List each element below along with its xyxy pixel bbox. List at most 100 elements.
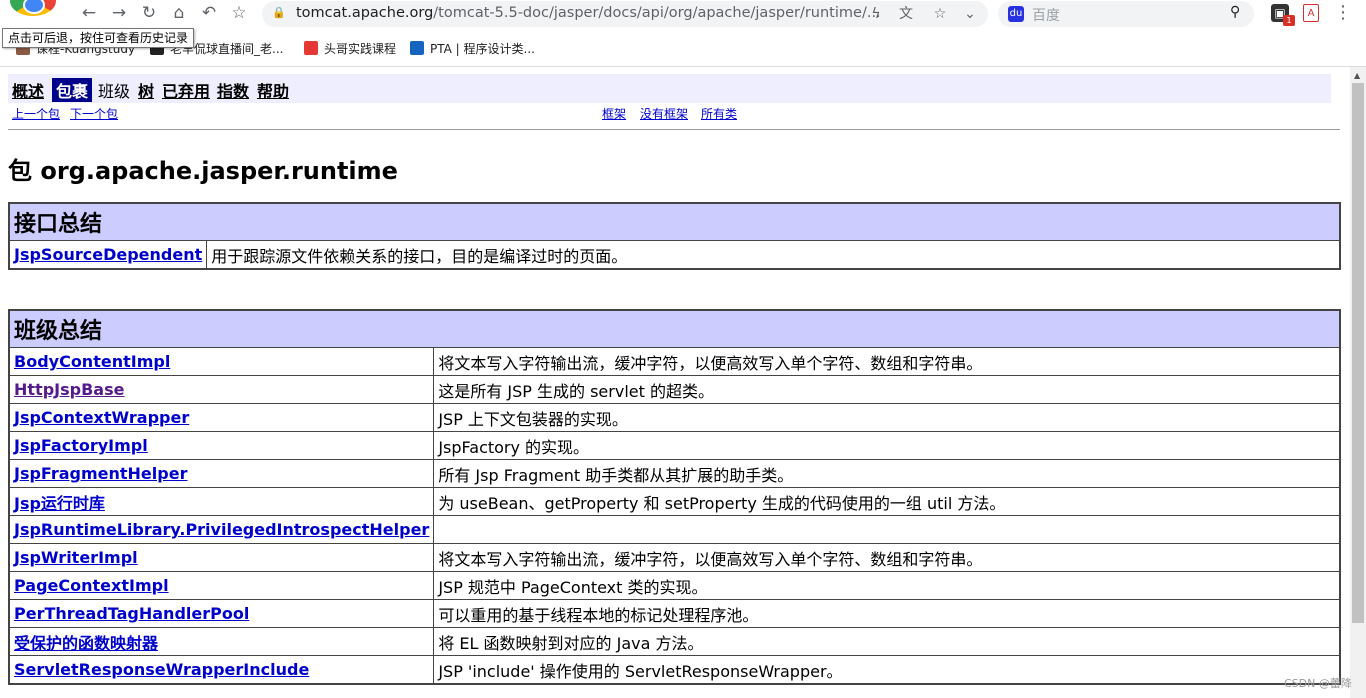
table-header: 班级总结 [8, 309, 1341, 348]
interface-summary-table: 接口总结 JspSourceDependent 用于跟踪源文件依赖关系的接口，目… [8, 202, 1341, 270]
prev-package-link[interactable]: 上一个包 [12, 105, 60, 122]
name-cell: JspRuntimeLibrary.PrivilegedIntrospectHe… [8, 515, 435, 544]
desc-cell: 为 useBean、getProperty 和 setProperty 生成的代… [433, 487, 1341, 516]
back-tooltip: 点击可后退，按住可查看历史记录 [2, 28, 195, 48]
name-cell: JspWriterImpl [8, 543, 435, 572]
name-cell: JspSourceDependent [8, 240, 208, 270]
class-link[interactable]: Jsp运行时库 [14, 494, 105, 513]
star-icon[interactable]: ☆ [228, 2, 250, 24]
frames-link[interactable]: 框架 [602, 105, 626, 122]
undo-icon[interactable]: ↶ [198, 2, 220, 24]
name-cell: PageContextImpl [8, 571, 435, 600]
table-row: JspWriterImpl 将文本写入字符输出流，缓冲字符，以便高效写入单个字符、… [8, 543, 1341, 572]
nav-tree[interactable]: 树 [138, 78, 154, 102]
javadoc-navbar: 概述 包裹 班级 树 已弃用 指数 帮助 [8, 74, 1331, 103]
class-link[interactable]: PageContextImpl [14, 576, 169, 595]
class-link[interactable]: JspFragmentHelper [14, 464, 187, 483]
name-cell: JspFragmentHelper [8, 459, 435, 488]
class-link[interactable]: JspRuntimeLibrary.PrivilegedIntrospectHe… [14, 520, 429, 539]
class-summary-table: 班级总结 BodyContentImpl 将文本写入字符输出流，缓冲字符，以便高效… [8, 309, 1341, 685]
class-link[interactable]: JspFactoryImpl [14, 436, 148, 455]
all-classes-link[interactable]: 所有类 [701, 105, 737, 122]
class-link[interactable]: JspSourceDependent [14, 245, 202, 264]
bookmark-favicon-icon [304, 41, 318, 55]
bookmarks-bar: 课程-Kuangstudy 老罕侃球直播间_老... 头哥实践课程 PTA | … [0, 36, 1366, 62]
table-header: 接口总结 [8, 202, 1341, 241]
name-cell: JspFactoryImpl [8, 431, 435, 460]
desc-cell: 将 EL 函数映射到对应的 Java 方法。 [433, 627, 1341, 656]
nav-index[interactable]: 指数 [217, 78, 249, 102]
table-row: JspFragmentHelper 所有 Jsp Fragment 助手类都从其扩… [8, 459, 1341, 488]
search-icon[interactable]: ⚲ [1230, 4, 1240, 20]
class-link[interactable]: PerThreadTagHandlerPool [14, 604, 249, 623]
class-link[interactable]: 受保护的函数映射器 [14, 634, 158, 653]
chevron-down-icon[interactable]: ⌄ [960, 4, 980, 24]
menu-icon[interactable]: ⋮ [1334, 2, 1352, 23]
divider [8, 129, 1340, 130]
baidu-paw-icon: du [1008, 6, 1024, 22]
desc-cell: JSP 上下文包装器的实现。 [433, 403, 1341, 432]
back-icon[interactable]: ← [78, 2, 100, 24]
bookmark-item[interactable]: PTA | 程序设计类... [410, 40, 535, 57]
scroll-up-icon[interactable]: ▲ [1354, 71, 1360, 80]
desc-cell: 将文本写入字符输出流，缓冲字符，以便高效写入单个字符、数组和字符串。 [433, 543, 1341, 572]
table-row: ServletResponseWrapperInclude JSP 'includ… [8, 655, 1341, 685]
table-row: JspRuntimeLibrary.PrivilegedIntrospectHe… [8, 515, 1341, 544]
name-cell: JspContextWrapper [8, 403, 435, 432]
class-link[interactable]: JspContextWrapper [14, 408, 189, 427]
search-placeholder: 百度 [1032, 8, 1060, 24]
class-link[interactable]: ServletResponseWrapperInclude [14, 660, 309, 679]
desc-cell: 用于跟踪源文件依赖关系的接口，目的是编译过时的页面。 [206, 240, 1341, 270]
bookmark-star-icon[interactable]: ☆ [930, 4, 950, 24]
bookmark-item[interactable]: 头哥实践课程 [304, 40, 396, 57]
table-row: BodyContentImpl 将文本写入字符输出流，缓冲字符，以便高效写入单个字… [8, 347, 1341, 376]
desc-cell: JSP 规范中 PageContext 类的实现。 [433, 571, 1341, 600]
url-text[interactable]: tomcat.apache.org/tomcat-5.5-doc/jasper/… [296, 5, 881, 21]
table-row: JspFactoryImpl JspFactory 的实现。 [8, 431, 1341, 460]
nav-package: 包裹 [52, 78, 93, 102]
desc-cell: 将文本写入字符输出流，缓冲字符，以便高效写入单个字符、数组和字符串。 [433, 347, 1341, 376]
browser-chrome: ← → ↻ ⌂ ↶ ☆ 🔒 tomcat.apache.org/tomcat-5… [0, 0, 1366, 67]
next-package-link[interactable]: 下一个包 [70, 105, 118, 122]
desc-cell: 可以重用的基于线程本地的标记处理程序池。 [433, 599, 1341, 628]
table-row: Jsp运行时库 为 useBean、getProperty 和 setProper… [8, 487, 1341, 516]
reload-icon[interactable]: ↻ [138, 2, 160, 24]
class-link[interactable]: JspWriterImpl [14, 548, 138, 567]
name-cell: PerThreadTagHandlerPool [8, 599, 435, 628]
desc-cell: 这是所有 JSP 生成的 servlet 的超类。 [433, 375, 1341, 404]
bookmark-label: PTA | 程序设计类... [430, 42, 535, 56]
chrome-logo-icon [10, 0, 56, 16]
lightning-icon[interactable]: ϟ [866, 4, 886, 24]
nav-overview[interactable]: 概述 [12, 78, 44, 102]
url-path: /tomcat-5.5-doc/jasper/docs/api/org/apac… [433, 5, 881, 21]
watermark: CSDN @蕾降 [1284, 677, 1352, 690]
forward-icon[interactable]: → [108, 2, 130, 24]
name-cell: ServletResponseWrapperInclude [8, 655, 435, 685]
desc-cell: 所有 Jsp Fragment 助手类都从其扩展的助手类。 [433, 459, 1341, 488]
table-row: PageContextImpl JSP 规范中 PageContext 类的实现。 [8, 571, 1341, 600]
table-row: PerThreadTagHandlerPool 可以重用的基于线程本地的标记处理程… [8, 599, 1341, 628]
no-frames-link[interactable]: 没有框架 [640, 105, 688, 122]
nav-help[interactable]: 帮助 [257, 78, 289, 102]
bookmark-label: 头哥实践课程 [324, 42, 397, 56]
desc-cell: JSP 'include' 操作使用的 ServletResponseWrapp… [433, 655, 1341, 685]
table-row: JspContextWrapper JSP 上下文包装器的实现。 [8, 403, 1341, 432]
address-bar[interactable]: 🔒 tomcat.apache.org/tomcat-5.5-doc/jaspe… [262, 1, 988, 27]
vertical-scrollbar[interactable]: ▲ [1350, 67, 1366, 698]
translate-icon[interactable]: 文 [896, 4, 916, 24]
name-cell: HttpJspBase [8, 375, 435, 404]
javadoc-page: 概述 包裹 班级 树 已弃用 指数 帮助 上一个包 下一个包 框架 没有框架 所… [0, 67, 1350, 698]
class-link[interactable]: HttpJspBase [14, 380, 124, 399]
table-row: 受保护的函数映射器 将 EL 函数映射到对应的 Java 方法。 [8, 627, 1341, 656]
name-cell: BodyContentImpl [8, 347, 435, 376]
lock-icon: 🔒 [272, 6, 286, 19]
nav-deprecated[interactable]: 已弃用 [162, 78, 210, 102]
class-link[interactable]: BodyContentImpl [14, 352, 170, 371]
browser-toolbar: ← → ↻ ⌂ ↶ ☆ 🔒 tomcat.apache.org/tomcat-5… [0, 0, 1366, 28]
home-icon[interactable]: ⌂ [168, 2, 190, 24]
pdf-icon[interactable]: A [1303, 4, 1319, 22]
search-box[interactable]: du 百度 ⚲ [998, 1, 1254, 27]
desc-cell: JspFactory 的实现。 [433, 431, 1341, 460]
scrollbar-thumb[interactable] [1352, 83, 1364, 623]
extension-badge: 1 [1283, 15, 1295, 26]
